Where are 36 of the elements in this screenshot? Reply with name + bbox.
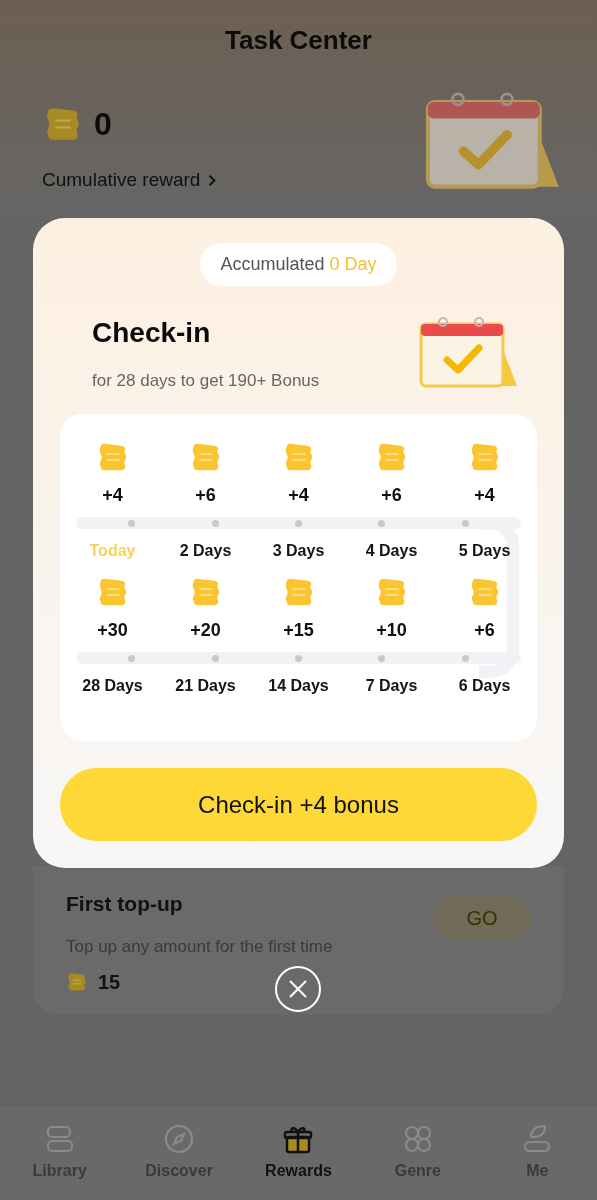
reward-amount: +6 (381, 484, 402, 507)
day-label: 3 Days (271, 541, 326, 561)
reward-amount: +6 (474, 619, 495, 642)
reward-amount: +4 (474, 484, 495, 507)
reward-amount: +6 (195, 484, 216, 507)
cumulative-reward-link[interactable]: Cumulative reward (42, 166, 217, 195)
compass-icon (163, 1123, 196, 1155)
task-title: First top-up (66, 891, 184, 917)
close-icon (288, 979, 308, 999)
day-label: Today (88, 541, 137, 561)
reward-amount: +10 (376, 619, 407, 642)
day-label: 21 Days (174, 676, 237, 696)
day-label: 28 Days (81, 676, 144, 696)
day-label: 5 Days (457, 541, 512, 561)
check-in-button[interactable]: Check-in +4 bonus (60, 768, 537, 841)
day-label: 7 Days (364, 676, 419, 696)
dialog-subtitle: for 28 days to get 190+ Bonus (92, 370, 320, 392)
nav-tab[interactable]: Rewards (253, 1123, 344, 1183)
dialog-title: Check-in (92, 316, 212, 350)
day-label: 14 Days (267, 676, 330, 696)
reward-amount: +4 (288, 484, 309, 507)
task-reward: 15 (98, 970, 121, 995)
go-button[interactable]: GO (433, 896, 531, 940)
day-label: 2 Days (178, 541, 233, 561)
page-title: Task Center (225, 23, 372, 57)
reward-amount: +20 (190, 619, 221, 642)
reward-amount: +30 (97, 619, 128, 642)
reward-amount: +4 (102, 484, 123, 507)
accumulated-badge: Accumulated 0 Day (200, 243, 397, 286)
reward-amount: +15 (283, 619, 314, 642)
coin-stack-icon (66, 972, 88, 992)
close-button[interactable] (275, 966, 321, 1012)
day-label: 6 Days (457, 676, 512, 696)
day-label: 4 Days (364, 541, 419, 561)
balance-amount: 0 (94, 105, 112, 144)
chevron-right-icon (208, 173, 217, 187)
